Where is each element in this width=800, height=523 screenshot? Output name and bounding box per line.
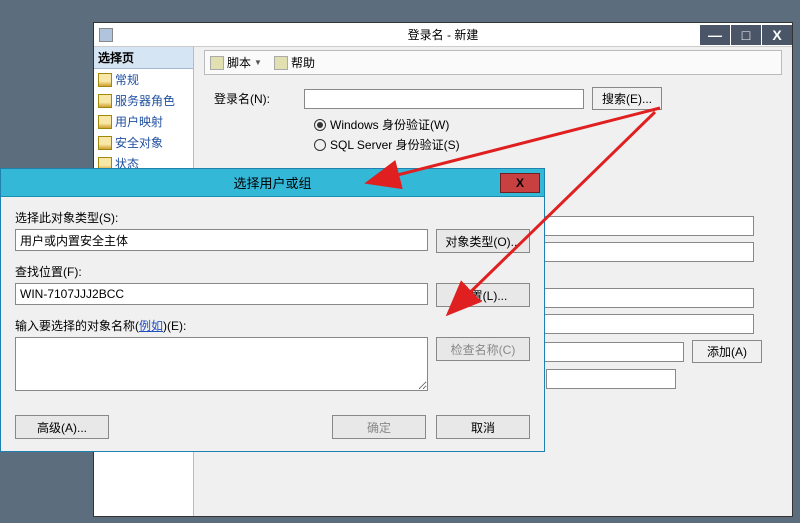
window-icon (99, 28, 113, 42)
minimize-button[interactable]: — (700, 25, 730, 45)
object-type-label: 选择此对象类型(S): (15, 209, 530, 226)
sidebar-item-label: 用户映射 (115, 113, 163, 130)
location-input[interactable] (15, 283, 428, 305)
radio-label: SQL Server 身份验证(S) (330, 136, 460, 153)
sidebar-header: 选择页 (94, 47, 193, 69)
provider-select[interactable] (546, 369, 676, 389)
help-label: 帮助 (291, 54, 315, 71)
sidebar-item-general[interactable]: 常规 (94, 69, 193, 90)
main-titlebar: 登录名 - 新建 — □ X (94, 23, 792, 47)
add-button[interactable]: 添加(A) (692, 340, 762, 363)
radio-icon (314, 139, 326, 151)
modal-close-button[interactable]: X (500, 173, 540, 193)
advanced-button[interactable]: 高级(A)... (15, 415, 109, 439)
field-input[interactable] (524, 314, 754, 334)
sidebar-item-user-mapping[interactable]: 用户映射 (94, 111, 193, 132)
script-button[interactable]: 脚本▼ (210, 54, 262, 71)
ok-button[interactable]: 确定 (332, 415, 426, 439)
chevron-down-icon: ▼ (254, 58, 262, 67)
page-icon (98, 73, 112, 87)
example-link[interactable]: 例如 (139, 319, 163, 333)
sidebar-item-label: 常规 (115, 71, 139, 88)
modal-titlebar: 选择用户或组 X (1, 169, 544, 197)
page-icon (98, 136, 112, 150)
toolbar: 脚本▼ 帮助 (204, 50, 782, 75)
help-button[interactable]: 帮助 (274, 54, 315, 71)
maximize-button[interactable]: □ (731, 25, 761, 45)
object-type-input[interactable] (15, 229, 428, 251)
field-input[interactable] (524, 242, 754, 262)
location-label: 查找位置(F): (15, 263, 530, 280)
names-label: 输入要选择的对象名称(例如)(E): (15, 317, 530, 334)
modal-title: 选择用户或组 (233, 173, 311, 192)
radio-label: Windows 身份验证(W) (330, 116, 449, 133)
script-icon (210, 56, 224, 70)
sidebar-item-label: 安全对象 (115, 134, 163, 151)
field-input[interactable] (524, 216, 754, 236)
field-input[interactable] (524, 288, 754, 308)
sidebar-item-label: 服务器角色 (115, 92, 175, 109)
radio-icon (314, 119, 326, 131)
close-button[interactable]: X (762, 25, 792, 45)
select-user-or-group-dialog: 选择用户或组 X 选择此对象类型(S): 对象类型(O)... 查找位置(F):… (0, 168, 545, 452)
search-button[interactable]: 搜索(E)... (592, 87, 662, 110)
login-name-input[interactable] (304, 89, 584, 109)
page-icon (98, 94, 112, 108)
check-names-button[interactable]: 检查名称(C) (436, 337, 530, 361)
location-button[interactable]: 位置(L)... (436, 283, 530, 307)
names-label-prefix: 输入要选择的对象名称( (15, 319, 139, 333)
names-label-suffix: )(E): (163, 319, 186, 333)
windows-auth-radio[interactable]: Windows 身份验证(W) (314, 116, 782, 133)
page-icon (98, 115, 112, 129)
login-name-label: 登录名(N): (214, 90, 304, 107)
cancel-button[interactable]: 取消 (436, 415, 530, 439)
help-icon (274, 56, 288, 70)
sql-auth-radio[interactable]: SQL Server 身份验证(S) (314, 136, 782, 153)
sidebar-item-securables[interactable]: 安全对象 (94, 132, 193, 153)
object-type-button[interactable]: 对象类型(O)... (436, 229, 530, 253)
names-input[interactable] (15, 337, 428, 391)
sidebar-item-server-roles[interactable]: 服务器角色 (94, 90, 193, 111)
window-title: 登录名 - 新建 (408, 26, 479, 43)
script-label: 脚本 (227, 54, 251, 71)
